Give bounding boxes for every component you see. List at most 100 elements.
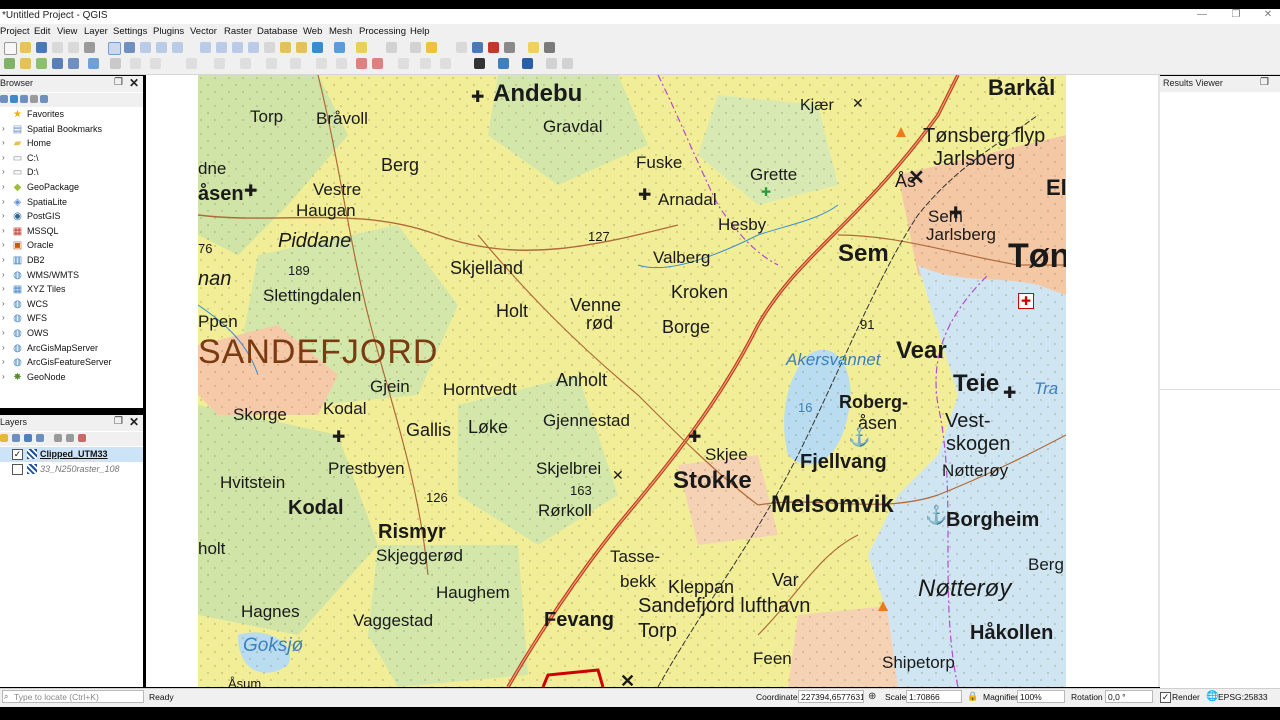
open-attribute-table-icon[interactable] — [426, 42, 437, 53]
pan-tool-icon[interactable] — [108, 42, 121, 55]
add-raster-layer-icon[interactable] — [36, 58, 47, 69]
menu-web[interactable]: Web — [303, 26, 322, 37]
menu-plugins[interactable]: Plugins — [153, 26, 184, 37]
new-map-view-icon[interactable] — [264, 42, 275, 53]
menu-raster[interactable]: Raster — [224, 26, 252, 37]
menu-layer[interactable]: Layer — [84, 26, 108, 37]
layer-row-selected[interactable]: ✓ Clipped_UTM33 — [0, 447, 143, 462]
measure-icon[interactable] — [504, 42, 515, 53]
save-edits-icon[interactable] — [130, 58, 141, 69]
layer-checkbox[interactable] — [12, 464, 23, 475]
coordinate-field[interactable]: 227394,6577631 — [798, 690, 864, 703]
float-panel-icon[interactable]: ❐ — [114, 416, 123, 427]
add-wms-icon[interactable] — [88, 58, 99, 69]
zoom-layer-icon[interactable] — [200, 42, 211, 53]
zoom-in-icon[interactable] — [140, 42, 151, 53]
zoom-last-icon[interactable] — [232, 42, 243, 53]
add-spatialite-icon[interactable] — [68, 58, 79, 69]
manage-visibility-icon[interactable] — [24, 434, 32, 442]
expand-arrow-icon[interactable]: › — [2, 153, 5, 162]
expand-arrow-icon[interactable]: › — [2, 284, 5, 293]
expand-arrow-icon[interactable]: › — [2, 270, 5, 279]
crs-globe-icon[interactable]: 🌐 — [1206, 691, 1218, 702]
show-bookmarks-icon[interactable] — [296, 42, 307, 53]
refresh-browser-icon[interactable] — [10, 95, 18, 103]
toggle-extents-icon[interactable]: ⊕ — [868, 691, 876, 702]
pan-to-selection-icon[interactable] — [124, 42, 135, 53]
python-console-icon[interactable] — [498, 58, 509, 69]
collapse-all-icon[interactable] — [30, 95, 38, 103]
cut-features-icon[interactable] — [266, 58, 277, 69]
save-project-icon[interactable] — [36, 42, 47, 53]
zoom-full-icon[interactable] — [172, 42, 183, 53]
label-rotate-icon[interactable] — [420, 58, 431, 69]
map-canvas[interactable]: Andebu Barkål Torp Bråvoll Gravdal Kjær … — [198, 75, 1066, 687]
new-print-layout-icon[interactable] — [52, 42, 63, 53]
open-layer-styling-icon[interactable] — [0, 434, 8, 442]
expand-arrow-icon[interactable]: › — [2, 372, 5, 381]
data-source-manager-icon[interactable] — [4, 58, 15, 69]
undo-icon[interactable] — [336, 58, 347, 69]
close-window-button[interactable]: ✕ — [1258, 9, 1278, 23]
toggle-editing-icon[interactable] — [110, 58, 121, 69]
add-feature-icon[interactable] — [186, 58, 197, 69]
sum-statistics-icon[interactable] — [488, 42, 499, 53]
deselect-icon[interactable] — [386, 42, 397, 53]
georeferencer-icon[interactable] — [546, 58, 557, 69]
settings-gear-icon[interactable] — [472, 42, 483, 53]
zoom-out-icon[interactable] — [156, 42, 167, 53]
expand-arrow-icon[interactable]: › — [2, 124, 5, 133]
expand-arrow-icon[interactable]: › — [2, 211, 5, 220]
expand-arrow-icon[interactable]: › — [2, 197, 5, 206]
digitize-icon[interactable] — [150, 58, 161, 69]
layout-manager-icon[interactable] — [68, 42, 79, 53]
crs-button[interactable]: EPSG:25833 — [1218, 692, 1268, 702]
layer-name[interactable]: 33_N250raster_108 — [40, 464, 120, 474]
toolbox-icon[interactable] — [456, 42, 467, 53]
menu-view[interactable]: View — [57, 26, 77, 37]
expand-arrow-icon[interactable]: › — [2, 255, 5, 264]
expand-all-icon[interactable] — [54, 434, 62, 442]
expand-arrow-icon[interactable]: › — [2, 240, 5, 249]
plugin-metasearch-icon[interactable] — [474, 58, 485, 69]
menu-database[interactable]: Database — [257, 26, 298, 37]
menu-project[interactable]: Project — [0, 26, 30, 37]
remove-layer-icon[interactable] — [78, 434, 86, 442]
expand-arrow-icon[interactable]: › — [2, 226, 5, 235]
refresh-icon[interactable] — [312, 42, 323, 53]
label-change-icon[interactable] — [440, 58, 451, 69]
float-panel-icon[interactable]: ❐ — [1260, 77, 1269, 88]
maximize-button[interactable]: ❐ — [1226, 9, 1246, 23]
locator-search-input[interactable]: Type to locate (Ctrl+K) — [2, 690, 144, 703]
plugin-icon[interactable] — [522, 58, 533, 69]
field-calculator-icon[interactable] — [410, 42, 421, 53]
new-bookmark-icon[interactable] — [280, 42, 291, 53]
menu-processing[interactable]: Processing — [359, 26, 406, 37]
style-manager-icon[interactable] — [84, 42, 95, 53]
expand-arrow-icon[interactable]: › — [2, 182, 5, 191]
add-vector-layer-icon[interactable] — [20, 58, 31, 69]
properties-icon[interactable] — [40, 95, 48, 103]
delete-selected-icon[interactable] — [240, 58, 251, 69]
lock-scale-icon[interactable]: 🔒 — [967, 691, 978, 702]
magnifier-field[interactable]: 100% — [1017, 690, 1065, 703]
add-selected-layers-icon[interactable] — [0, 95, 8, 103]
text-annotation-icon[interactable] — [544, 42, 555, 53]
expand-arrow-icon[interactable]: › — [2, 299, 5, 308]
render-checkbox[interactable]: ✓ — [1160, 692, 1171, 703]
expand-arrow-icon[interactable]: › — [2, 328, 5, 337]
copy-features-icon[interactable] — [290, 58, 301, 69]
expand-arrow-icon[interactable]: › — [2, 167, 5, 176]
select-features-icon[interactable] — [356, 42, 367, 53]
scale-field[interactable]: 1:70866 — [906, 690, 962, 703]
expand-arrow-icon[interactable]: › — [2, 313, 5, 322]
menu-settings[interactable]: Settings — [113, 26, 147, 37]
float-panel-icon[interactable]: ❐ — [114, 77, 123, 88]
layer-row[interactable]: 33_N250raster_108 — [0, 462, 143, 477]
filter-browser-icon[interactable] — [20, 95, 28, 103]
layer-checkbox[interactable]: ✓ — [12, 449, 23, 460]
vertex-tool-icon[interactable] — [214, 58, 225, 69]
new-project-icon[interactable] — [4, 42, 17, 55]
filter-legend-icon[interactable] — [36, 434, 44, 442]
close-panel-icon[interactable]: ✕ — [129, 76, 139, 90]
